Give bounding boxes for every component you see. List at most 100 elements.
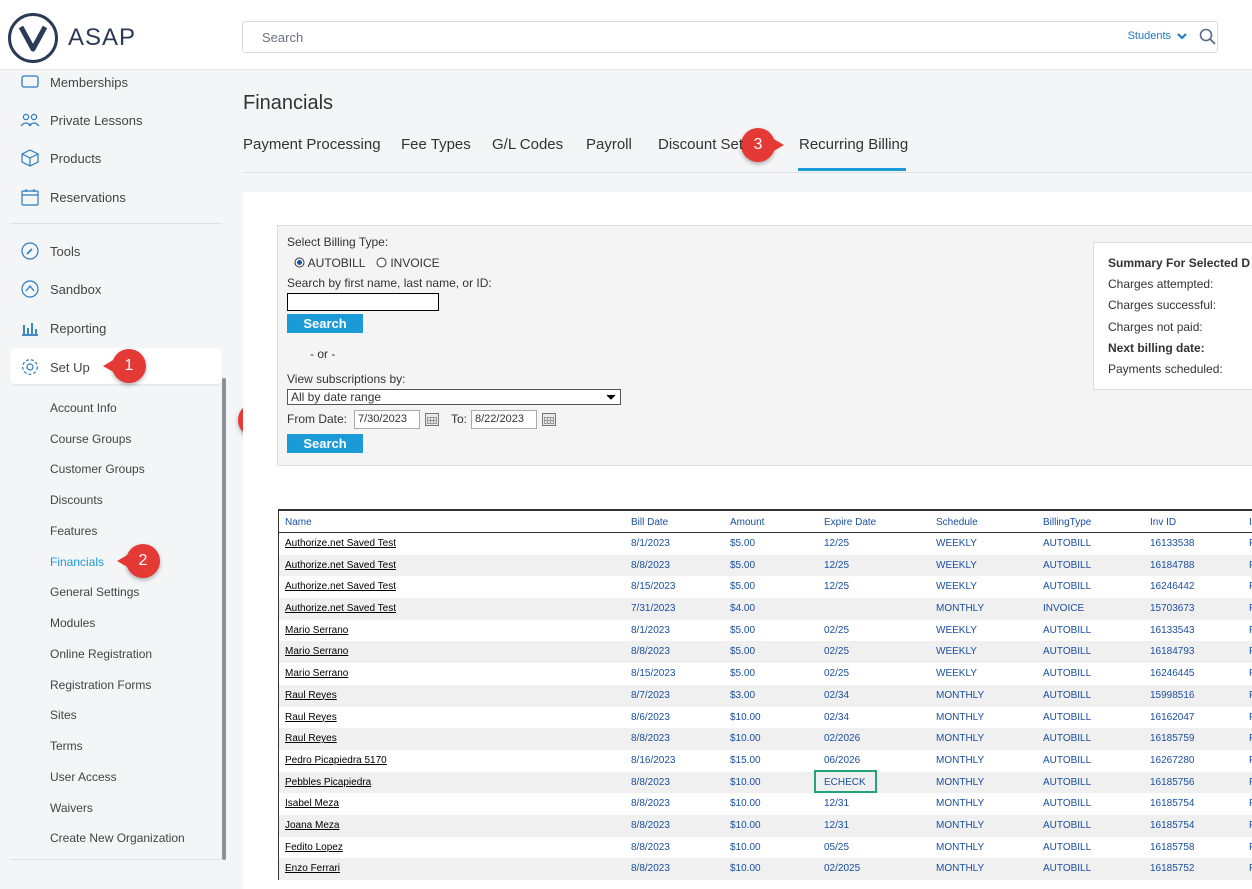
cell-amount: $5.00 xyxy=(730,538,756,549)
cell-amount: $3.00 xyxy=(730,689,756,701)
cell-name[interactable]: Raul Reyes xyxy=(285,733,337,744)
cell-name[interactable]: Isabel Meza xyxy=(285,798,339,809)
setup-waivers[interactable]: Waivers xyxy=(50,801,93,815)
setup-create-new-organization[interactable]: Create New Organization xyxy=(50,831,185,845)
cell-name[interactable]: Pedro Picapiedra 5170 xyxy=(285,755,387,766)
setup-account-info[interactable]: Account Info xyxy=(50,401,117,415)
setup-financials[interactable]: Financials xyxy=(50,555,104,569)
sidebar-item-products[interactable]: Products xyxy=(20,148,101,168)
search-input[interactable] xyxy=(244,23,1104,51)
cell-name[interactable]: Joana Meza xyxy=(285,820,339,831)
sandbox-icon xyxy=(20,279,40,299)
sidebar-item-reporting[interactable]: Reporting xyxy=(20,318,106,338)
search-scope-dropdown[interactable]: Students xyxy=(1128,30,1187,42)
tab-recurring-billing[interactable]: Recurring Billing xyxy=(799,136,908,153)
cell-schedule: MONTHLY xyxy=(936,841,985,853)
sidebar-item-tools[interactable]: Tools xyxy=(20,241,80,261)
radio-invoice[interactable]: INVOICE xyxy=(376,256,440,270)
table-header-row: Name Bill Date Amount Expire Date Schedu… xyxy=(279,511,1252,533)
cell-inv-id: 16185756 xyxy=(1150,776,1195,788)
from-date-input[interactable]: 7/30/2023 xyxy=(354,410,420,429)
radio-autobill[interactable]: AUTOBILL xyxy=(294,256,365,270)
view-by-value: All by date range xyxy=(291,390,382,404)
calendar-icon[interactable] xyxy=(425,413,439,426)
billing-table: Name Bill Date Amount Expire Date Schedu… xyxy=(278,509,1252,880)
setup-customer-groups[interactable]: Customer Groups xyxy=(50,462,145,476)
setup-course-groups[interactable]: Course Groups xyxy=(50,432,131,446)
setup-online-registration[interactable]: Online Registration xyxy=(50,647,152,661)
cell-name[interactable]: Mario Serrano xyxy=(285,625,348,636)
col-amount[interactable]: Amount xyxy=(730,517,764,528)
col-inv-id[interactable]: Inv ID xyxy=(1150,517,1176,528)
sidebar-scrollbar[interactable] xyxy=(222,378,226,860)
setup-sites[interactable]: Sites xyxy=(50,708,77,722)
cell-name[interactable]: Mario Serrano xyxy=(285,668,348,679)
cell-name[interactable]: Raul Reyes xyxy=(285,712,337,723)
search-by-label: Search by first name, last name, or ID: xyxy=(287,276,492,290)
cell-name[interactable]: Pebbles Picapiedra xyxy=(285,777,371,788)
global-search: Students xyxy=(242,21,1218,53)
col-expire-date[interactable]: Expire Date xyxy=(824,517,876,528)
cell-name[interactable]: Authorize.net Saved Test xyxy=(285,560,396,571)
search-button[interactable]: Search xyxy=(287,314,363,333)
cell-billing-type: AUTOBILL xyxy=(1043,863,1092,875)
membership-icon xyxy=(20,72,40,92)
tab-payment-processing[interactable]: Payment Processing xyxy=(243,136,381,153)
cell-name[interactable]: Authorize.net Saved Test xyxy=(285,603,396,614)
search-scope-label: Students xyxy=(1127,30,1171,42)
cell-expire-date: 02/34 xyxy=(824,711,850,723)
col-name[interactable]: Name xyxy=(285,517,312,528)
setup-general-settings[interactable]: General Settings xyxy=(50,585,139,599)
col-bill-date[interactable]: Bill Date xyxy=(631,517,668,528)
setup-modules[interactable]: Modules xyxy=(50,616,95,630)
callout-3: 3 xyxy=(741,128,784,162)
sidebar-item-setup[interactable]: Set Up xyxy=(20,357,90,377)
cell-billing-type: INVOICE xyxy=(1043,603,1085,615)
cell-name[interactable]: Authorize.net Saved Test xyxy=(285,538,396,549)
cell-bill-date: 8/8/2023 xyxy=(631,841,670,853)
col-schedule[interactable]: Schedule xyxy=(936,517,978,528)
tab-payroll[interactable]: Payroll xyxy=(586,136,632,153)
cell-billing-type: AUTOBILL xyxy=(1043,798,1092,810)
view-by-select[interactable]: All by date range xyxy=(287,389,621,405)
tab-gl-codes[interactable]: G/L Codes xyxy=(492,136,563,153)
to-date-input[interactable]: 8/22/2023 xyxy=(471,410,537,429)
tab-fee-types[interactable]: Fee Types xyxy=(401,136,471,153)
table-row: Mario Serrano 8/15/2023 $5.00 02/25 WEEKLY AU… xyxy=(279,663,1252,685)
calendar-icon[interactable] xyxy=(542,413,556,426)
col-extra[interactable]: I xyxy=(1249,517,1252,528)
sidebar-item-private-lessons[interactable]: Private Lessons xyxy=(20,110,143,130)
name-search-input[interactable] xyxy=(287,293,439,311)
cell-amount: $10.00 xyxy=(730,863,761,875)
cell-inv-id: 16185754 xyxy=(1150,798,1195,810)
sidebar-item-memberships[interactable]: Memberships xyxy=(20,72,128,92)
date-search-button[interactable]: Search xyxy=(287,434,363,453)
cell-name[interactable]: Enzo Ferrari xyxy=(285,863,340,874)
cell-billing-type: AUTOBILL xyxy=(1043,559,1092,571)
col-billing-type[interactable]: BillingType xyxy=(1043,517,1091,528)
setup-terms[interactable]: Terms xyxy=(50,739,83,753)
sidebar-item-label: Set Up xyxy=(50,359,90,375)
cell-name[interactable]: Raul Reyes xyxy=(285,690,337,701)
sidebar-item-reservations[interactable]: Reservations xyxy=(20,187,126,207)
logo[interactable]: ASAP xyxy=(8,13,136,63)
sidebar-item-label: Memberships xyxy=(50,74,129,90)
cell-billing-type: AUTOBILL xyxy=(1043,711,1092,723)
table-row: Raul Reyes 8/6/2023 $10.00 02/34 MONTHLY AUTO… xyxy=(279,707,1252,729)
setup-features[interactable]: Features xyxy=(50,524,97,538)
cell-inv-id: 16184793 xyxy=(1150,646,1195,658)
search-icon[interactable] xyxy=(1199,28,1217,51)
cell-schedule: MONTHLY xyxy=(936,754,985,766)
setup-user-access[interactable]: User Access xyxy=(50,770,117,784)
cell-name[interactable]: Fedito Lopez xyxy=(285,842,343,853)
cell-amount: $10.00 xyxy=(730,776,761,788)
setup-registration-forms[interactable]: Registration Forms xyxy=(50,678,151,692)
cell-name[interactable]: Authorize.net Saved Test xyxy=(285,581,396,592)
cell-name[interactable]: Mario Serrano xyxy=(285,646,348,657)
cell-billing-type: AUTOBILL xyxy=(1043,624,1092,636)
tab-discount-set[interactable]: Discount Set xyxy=(658,136,743,153)
cell-schedule: MONTHLY xyxy=(936,733,985,745)
sidebar-item-sandbox[interactable]: Sandbox xyxy=(20,279,101,299)
setup-discounts[interactable]: Discounts xyxy=(50,493,103,507)
callout-2: 2 xyxy=(117,544,160,578)
